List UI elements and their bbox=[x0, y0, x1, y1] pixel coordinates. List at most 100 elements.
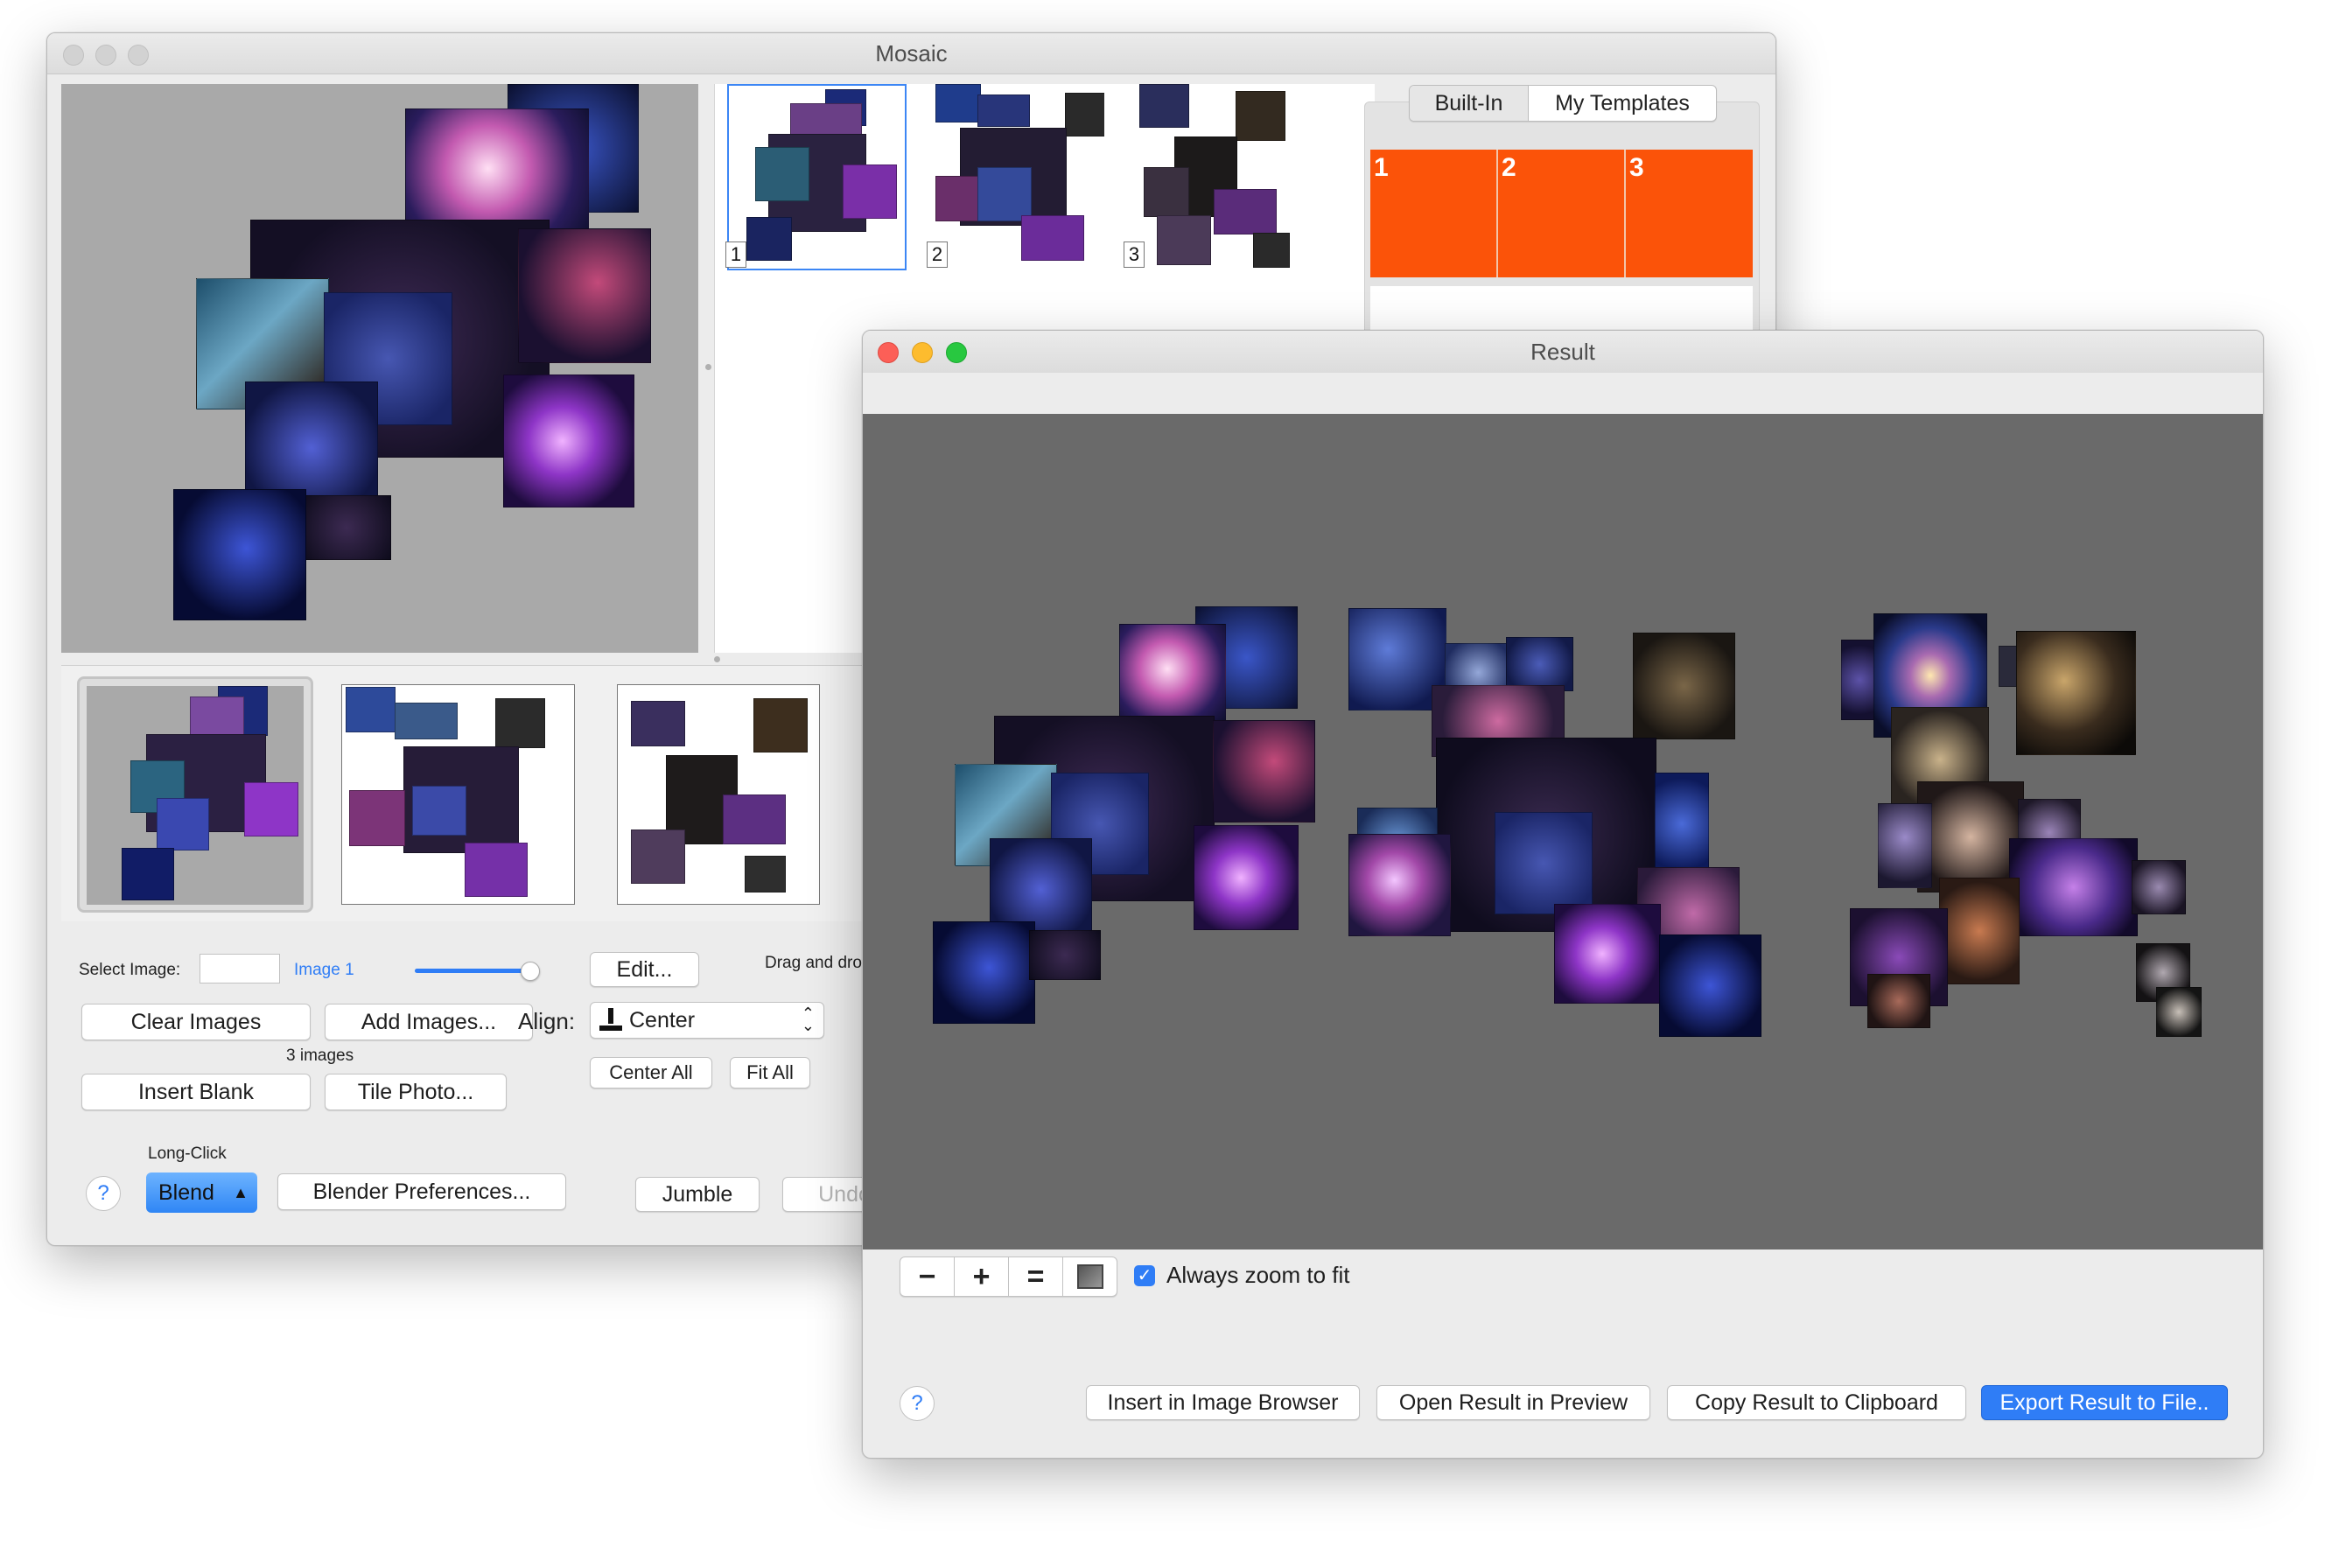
insert-image-browser-button[interactable]: Insert in Image Browser bbox=[1086, 1385, 1360, 1420]
result-canvas[interactable] bbox=[863, 414, 2263, 1250]
result-image bbox=[1348, 834, 1451, 936]
zoom-out-button[interactable]: − bbox=[900, 1257, 955, 1296]
thumb-image bbox=[977, 167, 1032, 221]
thumb-image bbox=[190, 696, 244, 738]
thumb-image bbox=[349, 790, 405, 846]
thumb-image bbox=[935, 176, 981, 221]
add-images-button[interactable]: Add Images... bbox=[325, 1004, 533, 1040]
align-center-icon bbox=[599, 1008, 622, 1032]
zoom-button[interactable] bbox=[946, 342, 967, 363]
thumb-image bbox=[1139, 84, 1189, 128]
template-cell-2[interactable]: 2 bbox=[1498, 150, 1626, 277]
template-cell-3[interactable]: 3 bbox=[1626, 150, 1753, 277]
layout-number: 3 bbox=[1124, 242, 1145, 268]
result-titlebar: Result bbox=[863, 331, 2263, 374]
image-browser-item-2[interactable] bbox=[341, 684, 575, 905]
thumb-image bbox=[1253, 233, 1290, 268]
layout-thumbnail-3[interactable] bbox=[1122, 84, 1297, 270]
help-button[interactable]: ? bbox=[900, 1386, 935, 1421]
actual-size-button[interactable]: = bbox=[1009, 1257, 1063, 1296]
preview-image[interactable] bbox=[503, 374, 634, 508]
thumb-image bbox=[495, 698, 545, 748]
image-browser-item-3[interactable] bbox=[617, 684, 820, 905]
mosaic-preview-canvas[interactable] bbox=[61, 84, 698, 653]
always-zoom-checkbox[interactable]: ✓ bbox=[1134, 1265, 1155, 1286]
result-image bbox=[1939, 878, 2020, 984]
result-image bbox=[2009, 838, 2138, 936]
layout-thumbnail-1[interactable] bbox=[727, 84, 907, 270]
preview-image[interactable] bbox=[302, 495, 391, 560]
layout-thumbnail-2[interactable] bbox=[925, 84, 1104, 270]
blend-label: Blend bbox=[158, 1180, 214, 1205]
template-strip[interactable]: 1 2 3 bbox=[1370, 150, 1753, 277]
thumb-canvas bbox=[87, 686, 304, 905]
vertical-split-handle[interactable] bbox=[702, 84, 714, 653]
thumb-image bbox=[346, 687, 396, 732]
thumb-image bbox=[244, 782, 298, 836]
result-image bbox=[1495, 812, 1593, 914]
align-select[interactable]: Center ⌃ ⌄ bbox=[590, 1002, 824, 1039]
triangle-up-icon: ▲ bbox=[233, 1184, 249, 1201]
tab-built-in[interactable]: Built-In bbox=[1410, 86, 1529, 121]
image-slider-knob[interactable] bbox=[520, 962, 540, 981]
result-image bbox=[1506, 637, 1573, 691]
tile-photo-button[interactable]: Tile Photo... bbox=[325, 1074, 507, 1110]
image-count: 3 images bbox=[286, 1046, 354, 1065]
result-image bbox=[1633, 633, 1735, 739]
thumb-image bbox=[1144, 167, 1189, 217]
tab-my-templates[interactable]: My Templates bbox=[1529, 86, 1716, 121]
help-button[interactable]: ? bbox=[86, 1176, 121, 1211]
image-slider[interactable] bbox=[415, 962, 540, 981]
result-image bbox=[933, 921, 1035, 1024]
image-slider-fill bbox=[415, 969, 529, 973]
zoom-button[interactable] bbox=[128, 45, 149, 66]
open-result-preview-button[interactable]: Open Result in Preview bbox=[1376, 1385, 1650, 1420]
thumb-image bbox=[745, 856, 786, 892]
insert-blank-button[interactable]: Insert Blank bbox=[81, 1074, 311, 1110]
mosaic-titlebar: Mosaic bbox=[47, 33, 1775, 74]
blender-preferences-button[interactable]: Blender Preferences... bbox=[277, 1173, 566, 1210]
close-button[interactable] bbox=[878, 342, 899, 363]
result-toolbar-area bbox=[863, 373, 2263, 414]
result-image bbox=[1655, 773, 1709, 875]
thumb-image bbox=[723, 794, 786, 844]
result-image bbox=[1878, 803, 1932, 888]
minimize-button[interactable] bbox=[95, 45, 116, 66]
preview-image[interactable] bbox=[173, 489, 306, 620]
layout-number: 2 bbox=[927, 242, 948, 268]
result-image bbox=[1029, 930, 1101, 980]
chevron-updown-icon: ⌃ ⌄ bbox=[801, 1004, 815, 1034]
blend-button[interactable]: Blend ▲ bbox=[146, 1172, 257, 1213]
copy-result-clipboard-button[interactable]: Copy Result to Clipboard bbox=[1667, 1385, 1966, 1420]
result-image bbox=[2132, 860, 2186, 914]
thumb-image bbox=[631, 701, 685, 746]
thumb-image bbox=[1021, 215, 1084, 261]
clear-images-button[interactable]: Clear Images bbox=[81, 1004, 311, 1040]
thumb-image bbox=[631, 830, 685, 884]
result-image bbox=[1213, 720, 1315, 822]
image-icon bbox=[1076, 1264, 1103, 1289]
thumb-image bbox=[157, 798, 209, 850]
jumble-button[interactable]: Jumble bbox=[635, 1177, 760, 1212]
preview-image[interactable] bbox=[518, 228, 651, 363]
minimize-button[interactable] bbox=[912, 342, 933, 363]
zoom-control-group: − + = bbox=[900, 1256, 1117, 1297]
result-image bbox=[1867, 974, 1930, 1028]
close-button[interactable] bbox=[63, 45, 84, 66]
layout-number: 1 bbox=[725, 242, 746, 268]
always-zoom-label[interactable]: Always zoom to fit bbox=[1166, 1262, 1350, 1289]
thumb-image bbox=[1236, 91, 1285, 141]
center-all-button[interactable]: Center All bbox=[590, 1057, 712, 1088]
thumb-image bbox=[753, 698, 808, 752]
export-result-button[interactable]: Export Result to File.. bbox=[1981, 1385, 2228, 1420]
image-link[interactable]: Image 1 bbox=[294, 961, 354, 980]
select-image-field[interactable] bbox=[200, 954, 280, 984]
result-window: Result − + = ✓ Always zoom to fit ? Inse… bbox=[862, 330, 2264, 1459]
zoom-in-button[interactable]: + bbox=[955, 1257, 1009, 1296]
image-browser-item-1[interactable] bbox=[77, 676, 313, 913]
result-image bbox=[1194, 825, 1299, 930]
fit-image-button[interactable] bbox=[1063, 1257, 1117, 1296]
template-cell-1[interactable]: 1 bbox=[1370, 150, 1498, 277]
edit-button[interactable]: Edit... bbox=[590, 952, 699, 987]
fit-all-button[interactable]: Fit All bbox=[730, 1057, 810, 1088]
